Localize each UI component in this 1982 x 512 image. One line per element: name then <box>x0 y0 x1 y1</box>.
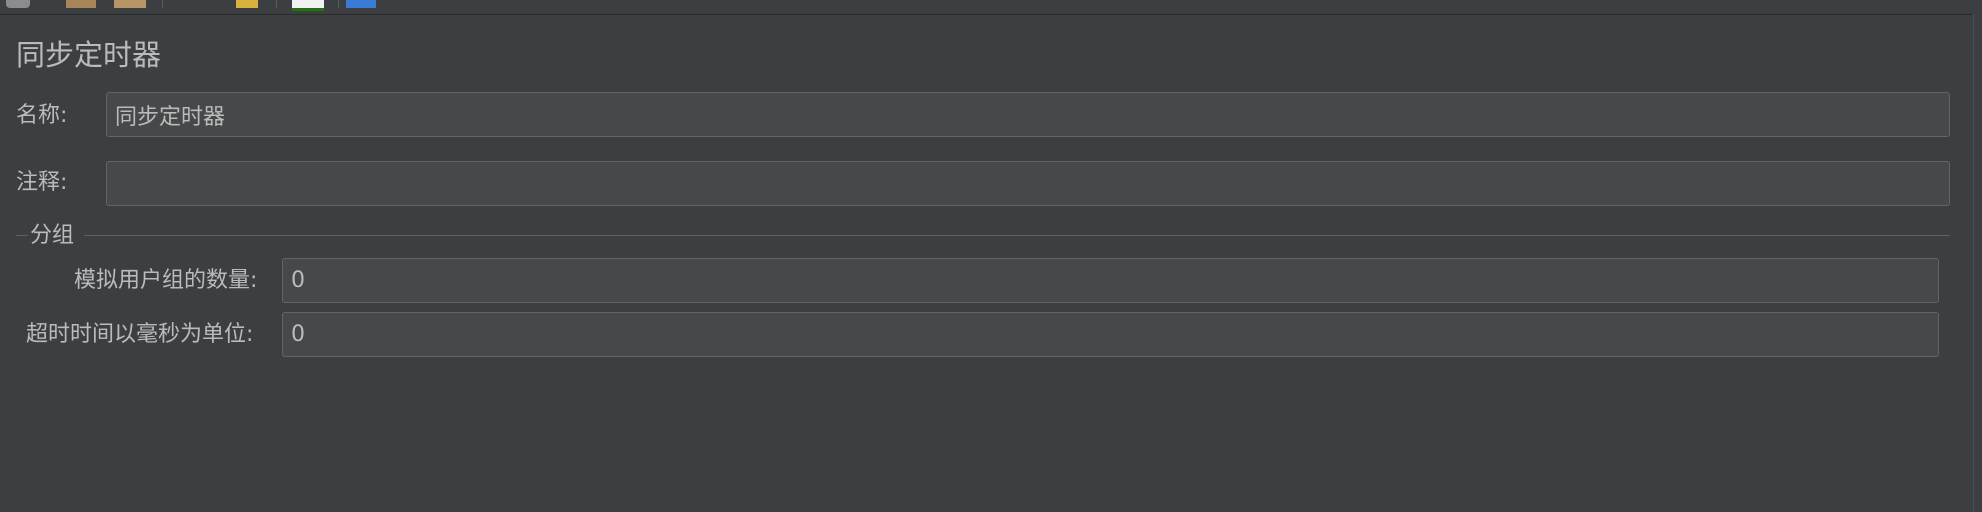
group-border <box>84 235 1950 236</box>
page-title: 同步定时器 <box>16 38 162 72</box>
paste-icon[interactable] <box>114 0 146 8</box>
toolbar-button-left-icon[interactable] <box>6 0 30 8</box>
timeout-field[interactable] <box>282 312 1939 357</box>
users-count-field[interactable] <box>282 258 1939 303</box>
window-icon[interactable] <box>346 0 376 8</box>
group-border <box>16 235 28 236</box>
clipboard-icon[interactable] <box>66 0 96 8</box>
toolbar-separator <box>276 0 277 8</box>
name-field[interactable] <box>106 92 1950 137</box>
timeout-label: 超时时间以毫秒为单位: <box>26 322 254 347</box>
toolbar <box>0 0 1982 15</box>
toolbar-separator <box>162 0 163 8</box>
comment-label: 注释: <box>16 170 68 195</box>
panel-edge <box>1973 14 1982 512</box>
name-label: 名称: <box>16 103 68 128</box>
users-count-label: 模拟用户组的数量: <box>74 268 258 293</box>
chart-icon[interactable] <box>292 0 324 11</box>
toolbar-separator <box>338 0 339 8</box>
edit-icon[interactable] <box>236 0 258 8</box>
comment-field[interactable] <box>106 161 1950 206</box>
group-legend: 分组 <box>30 223 75 248</box>
